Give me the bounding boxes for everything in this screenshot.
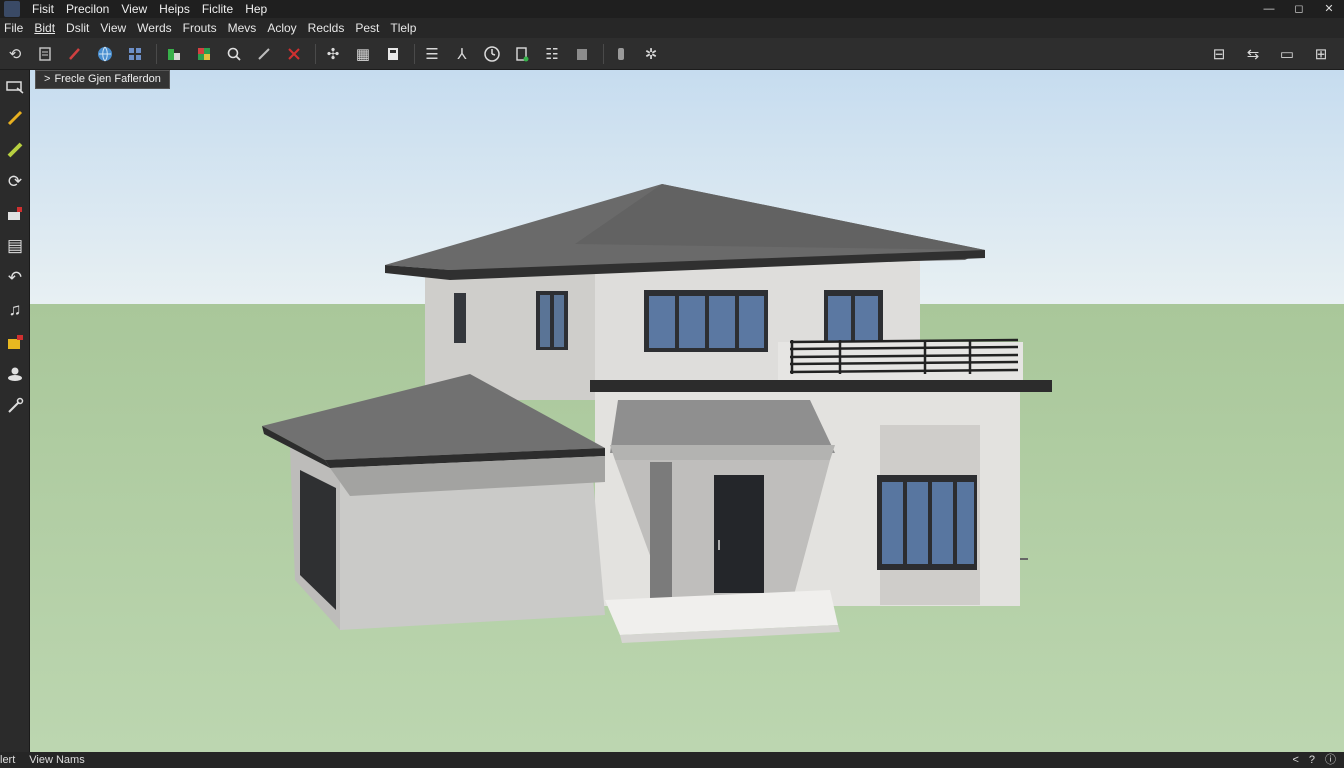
balcony-slab [590,380,1052,392]
folder-icon[interactable] [569,41,595,67]
materials-icon[interactable] [191,41,217,67]
document-icon[interactable] [32,41,58,67]
menu-view[interactable]: View [100,21,126,35]
menu-mevs[interactable]: Mevs [228,21,257,35]
toolbar-separator [603,43,604,64]
orbit-icon[interactable]: ⟲ [2,41,28,67]
menu-draw[interactable]: Dslit [66,21,89,35]
arc-icon[interactable]: ↶ [0,262,30,294]
menu-edit[interactable]: Bidt [34,21,55,35]
select-icon[interactable] [0,70,30,102]
list-icon[interactable]: ☷ [539,41,565,67]
menu-pest[interactable]: Pest [355,21,379,35]
document-icon[interactable]: ▤ [0,230,30,262]
front-door[interactable] [714,475,764,593]
scene-tab-label: Frecle Gjen Faflerdon [54,73,161,85]
settings-icon[interactable]: ✲ [638,41,664,67]
house-icon[interactable] [0,326,30,358]
maximize-button[interactable]: ◻ [1284,0,1314,18]
back-icon[interactable]: < [1292,752,1298,768]
title-menu-item[interactable]: Hep [245,2,267,16]
window-controls: — ◻ ✕ [1254,0,1344,18]
block-icon[interactable] [0,198,30,230]
scene-tab[interactable]: > Frecle Gjen Faflerdon [35,70,170,89]
title-menu-item[interactable]: Fisit [32,2,54,16]
main-toolbar: ⟲ ✣ ▦ ☰ ⅄ ☷ ✲ ⊟ ⇆ ▭ ⊞ [0,38,1344,70]
status-right: < ? ⓘ [1292,752,1336,768]
globe-icon[interactable] [92,41,118,67]
grid-icon[interactable]: ⊞ [1308,41,1334,67]
paint-icon[interactable] [161,41,187,67]
title-bar: Fisit Precilon View Heips Ficlite Hep — … [0,0,1344,18]
menu-fronts[interactable]: Frouts [183,21,217,35]
text-icon[interactable]: ☰ [419,41,445,67]
chevron-right-icon: > [44,73,51,85]
house-model[interactable] [30,70,1344,752]
toolbar-separator [156,43,157,64]
panel-right-icon[interactable]: ⇆ [1240,41,1266,67]
components-icon[interactable] [122,41,148,67]
help-icon[interactable]: ? [1309,752,1315,768]
status-left-label: lert [0,754,16,766]
box-icon[interactable] [380,41,406,67]
clock-icon[interactable] [479,41,505,67]
status-bar: lert View Nams < ? ⓘ [0,752,1344,768]
window [454,293,466,343]
close-button[interactable]: ✕ [1314,0,1344,18]
menu-acloy[interactable]: Acloy [267,21,296,35]
eraser-icon[interactable] [0,134,30,166]
toolbar-right: ⊟ ⇆ ▭ ⊞ [1206,41,1338,67]
rotate-icon[interactable]: ⟳ [0,166,30,198]
music-icon[interactable]: ♫ [0,294,30,326]
toolbar-separator [414,43,415,64]
title-menu-item[interactable]: Heips [159,2,190,16]
minimize-button[interactable]: — [1254,0,1284,18]
app-icon [4,1,20,17]
tape-icon[interactable] [0,390,30,422]
status-view-label: View Nams [29,754,85,766]
model-viewport[interactable] [30,70,1344,752]
panel-left-icon[interactable]: ⊟ [1206,41,1232,67]
layers-icon[interactable] [509,41,535,67]
title-menu-item[interactable]: View [121,2,147,16]
title-menu: Fisit Precilon View Heips Ficlite Hep [32,2,267,16]
menu-reclds[interactable]: Reclds [308,21,345,35]
toolbar-separator [315,43,316,64]
menu-words[interactable]: Werds [137,21,171,35]
pencil-icon[interactable] [62,41,88,67]
dimension-icon[interactable]: ⅄ [449,41,475,67]
move-icon[interactable]: ✣ [320,41,346,67]
title-menu-item[interactable]: Precilon [66,2,109,16]
menu-file[interactable]: File [4,21,23,35]
title-menu-item[interactable]: Ficlite [202,2,233,16]
window-icon[interactable]: ▭ [1274,41,1300,67]
menu-bar: File Bidt Dslit View Werds Frouts Mevs A… [0,18,1344,38]
bottle-icon[interactable] [608,41,634,67]
left-toolbar: ⟳ ▤ ↶ ♫ [0,70,30,752]
line-icon[interactable] [251,41,277,67]
pencil-icon[interactable] [0,102,30,134]
info-icon[interactable]: ⓘ [1325,752,1336,768]
person-icon[interactable] [0,358,30,390]
section-icon[interactable]: ▦ [350,41,376,67]
menu-help[interactable]: Tlelp [390,21,416,35]
search-icon[interactable] [221,41,247,67]
delete-icon[interactable] [281,41,307,67]
